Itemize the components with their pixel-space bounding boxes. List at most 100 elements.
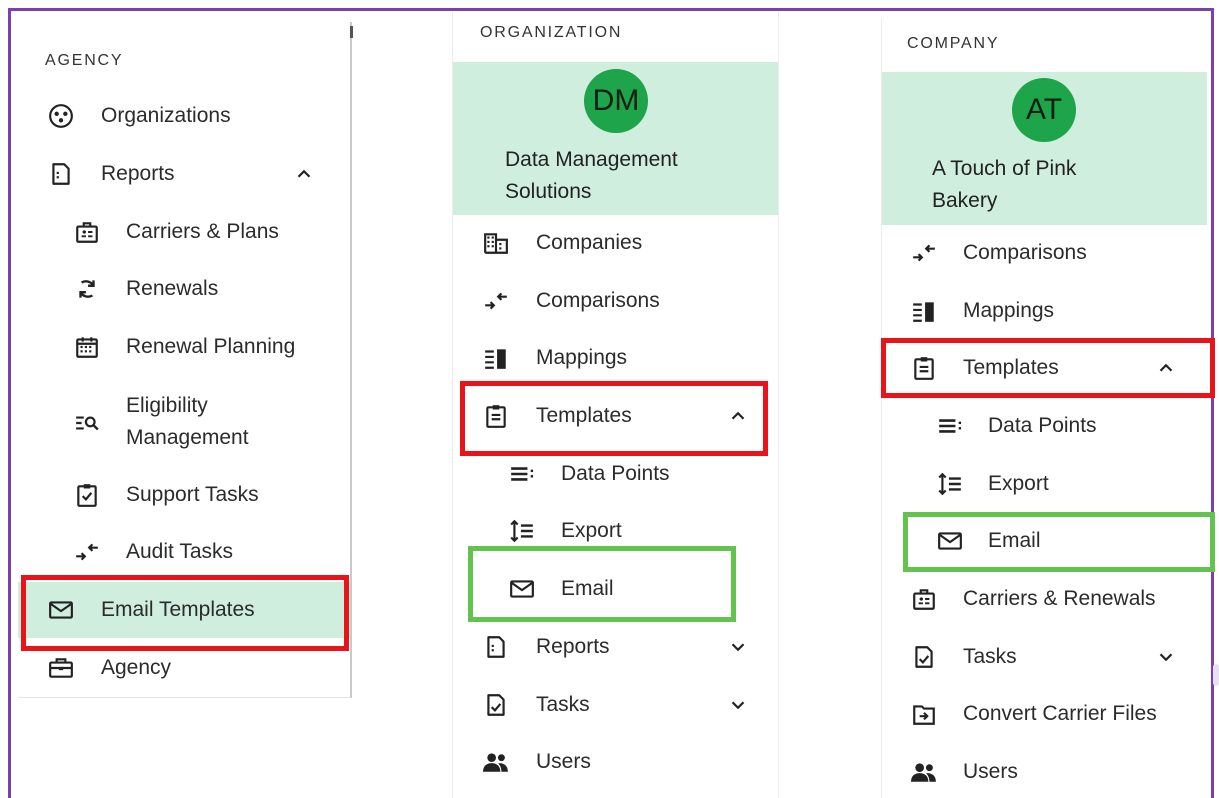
sidebar-item-label: Mappings	[963, 299, 1055, 322]
clipboard-icon	[483, 403, 509, 429]
sidebar-item-mappings[interactable]: Mappings	[453, 330, 778, 386]
sidebar-item-label: Templates	[536, 404, 632, 427]
sidebar-item-label: Renewals	[126, 277, 219, 300]
company-card[interactable]: AT A Touch of Pink Bakery	[882, 72, 1207, 225]
sidebar-item-label: Comparisons	[963, 241, 1087, 264]
organization-card[interactable]: DM Data Management Solutions	[453, 62, 778, 215]
edge-marker	[1213, 664, 1219, 686]
sidebar-item-tasks[interactable]: Tasks	[453, 677, 778, 733]
sidebar-item-label: Data Points	[988, 414, 1097, 437]
data-points-icon	[937, 413, 963, 439]
chevron-down-icon[interactable]	[727, 694, 749, 716]
sidebar-item-label: Carriers & Plans	[126, 220, 279, 243]
reports-icon	[48, 161, 74, 187]
sidebar-item-renewals[interactable]: Renewals	[18, 261, 350, 317]
sidebar-item-agency[interactable]: Agency	[18, 640, 350, 696]
sidebar-item-label: Agency	[101, 656, 172, 679]
compare-arrows-icon	[74, 539, 100, 565]
sidebar-item-label: Email Templates	[101, 598, 255, 621]
email-icon	[48, 597, 74, 623]
sidebar-item-label: Tasks	[963, 645, 1017, 668]
sidebar-item-companies[interactable]: Companies	[453, 215, 778, 271]
convert-file-icon	[911, 701, 937, 727]
chevron-up-icon[interactable]	[293, 163, 315, 185]
sidebar-item-label: Export	[988, 472, 1049, 495]
calendar-icon	[74, 334, 100, 360]
section-label-agency: AGENCY	[45, 52, 124, 69]
section-label-organization: ORGANIZATION	[480, 24, 623, 41]
chevron-up-icon[interactable]	[727, 405, 749, 427]
carriers-plans-icon	[911, 586, 937, 612]
sidebar-item-data-points[interactable]: Data Points	[453, 446, 778, 502]
avatar: DM	[584, 69, 648, 133]
mappings-icon	[911, 298, 937, 324]
users-icon	[483, 749, 509, 775]
sidebar-item-comparisons[interactable]: Comparisons	[453, 273, 778, 329]
sidebar-item-label: Users	[536, 750, 591, 773]
sidebar-item-templates[interactable]: Templates	[882, 340, 1207, 396]
avatar: AT	[1012, 78, 1076, 142]
sidebar-item-users[interactable]: Users	[882, 744, 1207, 798]
organization-name-line1: Data Management	[505, 148, 678, 171]
sidebar-item-email-templates[interactable]: Email Templates	[18, 582, 350, 638]
chevron-down-icon[interactable]	[727, 636, 749, 658]
sidebar-item-label: Templates	[963, 356, 1059, 379]
sidebar-item-organizations[interactable]: Organizations	[18, 88, 350, 144]
sidebar-item-audit-tasks[interactable]: Audit Tasks	[18, 524, 350, 580]
mappings-icon	[483, 345, 509, 371]
sidebar-item-label: Organizations	[101, 104, 231, 127]
reports-icon	[483, 634, 509, 660]
scrollbar-mark	[350, 26, 353, 38]
sidebar-item-label: Carriers & Renewals	[963, 587, 1156, 610]
export-icon	[509, 518, 535, 544]
chevron-up-icon[interactable]	[1155, 357, 1177, 379]
renewals-icon	[74, 276, 100, 302]
sidebar-item-email[interactable]: Email	[453, 561, 778, 617]
sidebar-item-label: Convert Carrier Files	[963, 702, 1157, 725]
sidebar-item-support-tasks[interactable]: Support Tasks	[18, 467, 350, 523]
clipboard-icon	[911, 355, 937, 381]
users-icon	[911, 759, 937, 785]
company-name-line1: A Touch of Pink	[932, 157, 1077, 180]
sidebar-item-export[interactable]: Export	[453, 503, 778, 559]
company-sidebar: COMPANY AT A Touch of Pink Bakery Compar…	[881, 18, 1207, 798]
sidebar-item-eligibility-management[interactable]: Eligibility Management	[18, 392, 350, 454]
briefcase-icon	[48, 655, 74, 681]
sidebar-item-label: Export	[561, 519, 622, 542]
compare-arrows-icon	[911, 240, 937, 266]
sidebar-item-label: Reports	[536, 635, 610, 658]
building-icon	[483, 230, 509, 256]
sidebar-item-renewal-planning[interactable]: Renewal Planning	[18, 319, 350, 375]
sidebar-item-reports[interactable]: Reports	[18, 146, 350, 202]
organizations-icon	[48, 103, 74, 129]
sidebar-item-export[interactable]: Export	[882, 456, 1207, 512]
sidebar-item-label: Users	[963, 760, 1018, 783]
organization-sidebar: ORGANIZATION DM Data Management Solution…	[452, 12, 779, 798]
sidebar-item-label: Data Points	[561, 462, 670, 485]
sidebar-item-label: Support Tasks	[126, 483, 259, 506]
sidebar-item-label: Comparisons	[536, 289, 660, 312]
sidebar-item-comparisons[interactable]: Comparisons	[882, 225, 1207, 281]
sidebar-item-templates[interactable]: Templates	[453, 388, 778, 444]
sidebar-item-label: Mappings	[536, 346, 628, 369]
sidebar-item-data-points[interactable]: Data Points	[882, 398, 1207, 454]
sidebar-item-users[interactable]: Users	[453, 734, 778, 790]
sidebar-item-carriers-renewals[interactable]: Carriers & Renewals	[882, 571, 1207, 627]
section-label-company: COMPANY	[907, 35, 1000, 52]
sidebar-item-convert-carrier-files[interactable]: Convert Carrier Files	[882, 686, 1207, 742]
sidebar-item-label: Companies	[536, 231, 643, 254]
agency-sidebar: AGENCY Organizations Reports Carriers & …	[18, 22, 352, 698]
sidebar-item-label: Email	[561, 577, 614, 600]
clipboard-check-icon	[74, 482, 100, 508]
sidebar-item-label: Tasks	[536, 693, 590, 716]
sidebar-item-label: Reports	[101, 162, 175, 185]
carriers-plans-icon	[74, 219, 100, 245]
sidebar-item-carriers-plans[interactable]: Carriers & Plans	[18, 204, 350, 260]
export-icon	[937, 471, 963, 497]
sidebar-item-label-line2: Management	[126, 426, 249, 449]
sidebar-item-reports[interactable]: Reports	[453, 619, 778, 675]
chevron-down-icon[interactable]	[1155, 646, 1177, 668]
sidebar-item-mappings[interactable]: Mappings	[882, 283, 1207, 339]
sidebar-item-tasks[interactable]: Tasks	[882, 629, 1207, 685]
sidebar-item-email[interactable]: Email	[882, 513, 1207, 569]
